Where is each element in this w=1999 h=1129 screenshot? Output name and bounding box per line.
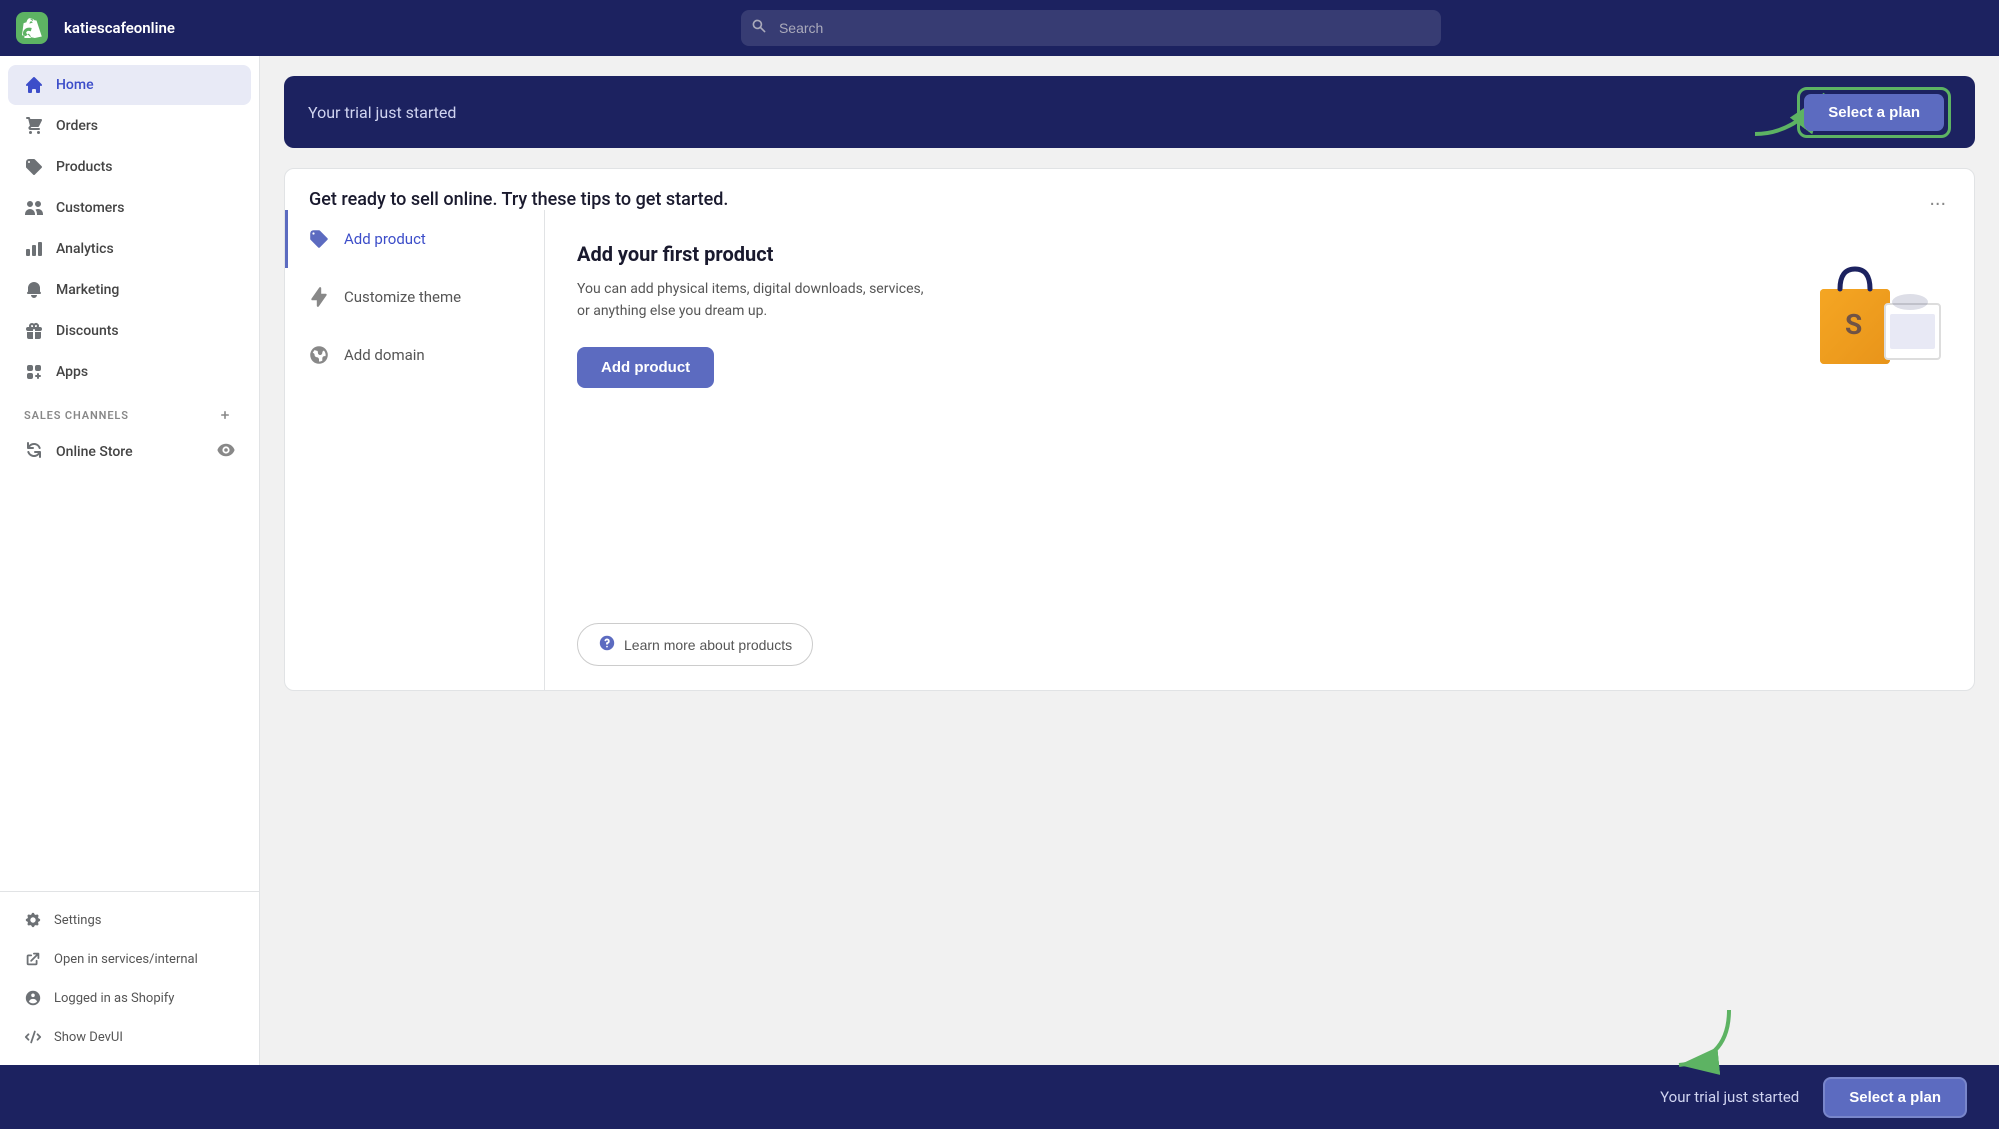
settings-label: Settings: [54, 913, 101, 928]
select-plan-button-bottom[interactable]: Select a plan: [1823, 1077, 1967, 1118]
tips-card-body: Add product Customize theme: [285, 210, 1974, 690]
arrow-indicator-bottom: [1649, 1000, 1769, 1080]
shopify-logo: [16, 12, 48, 44]
orders-icon: [24, 116, 44, 136]
tips-more-options-button[interactable]: ...: [1925, 189, 1950, 209]
tips-steps-list: Add product Customize theme: [285, 210, 545, 690]
sidebar-item-open-internal[interactable]: Open in services/internal: [8, 940, 251, 978]
svg-text:S: S: [1845, 308, 1862, 341]
main-layout: Home Orders Products: [0, 56, 1999, 1065]
online-store-icon: [24, 440, 44, 464]
sidebar-item-settings[interactable]: Settings: [8, 901, 251, 939]
content-area: Your trial just started Select a plan Ge…: [260, 56, 1999, 1065]
user-icon: [24, 989, 42, 1007]
settings-icon: [24, 911, 42, 929]
sidebar-item-customers-label: Customers: [56, 200, 124, 216]
sidebar-item-discounts[interactable]: Discounts: [8, 311, 251, 351]
select-plan-button-wrap-top: Select a plan: [1797, 87, 1951, 138]
sidebar-item-marketing-label: Marketing: [56, 282, 119, 298]
tips-content-info: Add your first product You can add physi…: [577, 242, 1942, 388]
trial-banner-top: Your trial just started Select a plan: [284, 76, 1975, 148]
sidebar-item-analytics-label: Analytics: [56, 241, 114, 257]
add-domain-icon: [308, 344, 330, 366]
sales-channels-label: SALES CHANNELS: [0, 393, 259, 429]
product-illustration: S: [1790, 234, 1950, 374]
products-icon: [24, 157, 44, 177]
tips-content-description: You can add physical items, digital down…: [577, 278, 937, 323]
sidebar-nav: Home Orders Products: [0, 56, 259, 891]
sidebar-item-online-store[interactable]: Online Store: [8, 430, 251, 474]
select-plan-button-top[interactable]: Select a plan: [1804, 94, 1944, 131]
sidebar-item-apps-label: Apps: [56, 364, 88, 380]
sidebar-item-analytics[interactable]: Analytics: [8, 229, 251, 269]
sidebar-item-orders[interactable]: Orders: [8, 106, 251, 146]
home-icon: [24, 75, 44, 95]
customize-theme-label: Customize theme: [344, 288, 461, 306]
logged-in-label: Logged in as Shopify: [54, 991, 174, 1006]
trial-banner-text: Your trial just started: [308, 103, 456, 122]
add-sales-channel-button[interactable]: [215, 405, 235, 425]
add-product-label: Add product: [344, 230, 426, 248]
external-link-icon: [24, 950, 42, 968]
tips-step-add-product[interactable]: Add product: [285, 210, 544, 268]
tips-card-title: Get ready to sell online. Try these tips…: [309, 189, 728, 210]
sidebar-item-show-devui[interactable]: Show DevUI: [8, 1018, 251, 1056]
tips-content-panel: S Add your first product You can add phy…: [545, 210, 1974, 690]
add-product-action-button[interactable]: Add product: [577, 347, 714, 388]
sidebar-item-home[interactable]: Home: [8, 65, 251, 105]
learn-more-button[interactable]: Learn more about products: [577, 623, 813, 666]
apps-icon: [24, 362, 44, 382]
bottom-trial-text: Your trial just started: [1660, 1088, 1799, 1106]
tips-card: Get ready to sell online. Try these tips…: [284, 168, 1975, 691]
add-domain-label: Add domain: [344, 346, 425, 364]
sidebar-item-customers[interactable]: Customers: [8, 188, 251, 228]
discounts-icon: [24, 321, 44, 341]
online-store-eye-icon: [217, 441, 235, 463]
tips-step-add-domain[interactable]: Add domain: [285, 326, 544, 384]
question-circle-icon: [598, 634, 616, 655]
search-icon: [751, 18, 767, 38]
sidebar-item-home-label: Home: [56, 77, 94, 93]
devui-icon: [24, 1028, 42, 1046]
search-bar[interactable]: [741, 10, 1441, 46]
sidebar-item-apps[interactable]: Apps: [8, 352, 251, 392]
store-name: katiescafeonline: [64, 19, 175, 37]
sidebar-item-discounts-label: Discounts: [56, 323, 119, 339]
sidebar-item-logged-in[interactable]: Logged in as Shopify: [8, 979, 251, 1017]
search-input[interactable]: [741, 10, 1441, 46]
marketing-icon: [24, 280, 44, 300]
learn-more-label: Learn more about products: [624, 637, 792, 653]
open-internal-label: Open in services/internal: [54, 952, 198, 967]
sidebar-bottom: Settings Open in services/internal Lo: [0, 891, 259, 1065]
show-devui-label: Show DevUI: [54, 1030, 123, 1045]
tips-step-customize-theme[interactable]: Customize theme: [285, 268, 544, 326]
tips-content-title: Add your first product: [577, 242, 1942, 266]
bottom-trial-bar: Your trial just started Select a plan: [0, 1065, 1999, 1129]
sidebar-item-orders-label: Orders: [56, 118, 98, 134]
tips-content-action: Add product: [577, 347, 1942, 388]
customize-theme-icon: [308, 286, 330, 308]
sidebar: Home Orders Products: [0, 56, 260, 1065]
online-store-label: Online Store: [56, 444, 133, 460]
analytics-icon: [24, 239, 44, 259]
top-nav: katiescafeonline: [0, 0, 1999, 56]
sidebar-item-products[interactable]: Products: [8, 147, 251, 187]
tips-content-bottom: Learn more about products: [577, 623, 1942, 666]
sidebar-item-products-label: Products: [56, 159, 113, 175]
customers-icon: [24, 198, 44, 218]
sidebar-item-marketing[interactable]: Marketing: [8, 270, 251, 310]
add-product-icon: [308, 228, 330, 250]
tips-card-header: Get ready to sell online. Try these tips…: [285, 169, 1974, 210]
